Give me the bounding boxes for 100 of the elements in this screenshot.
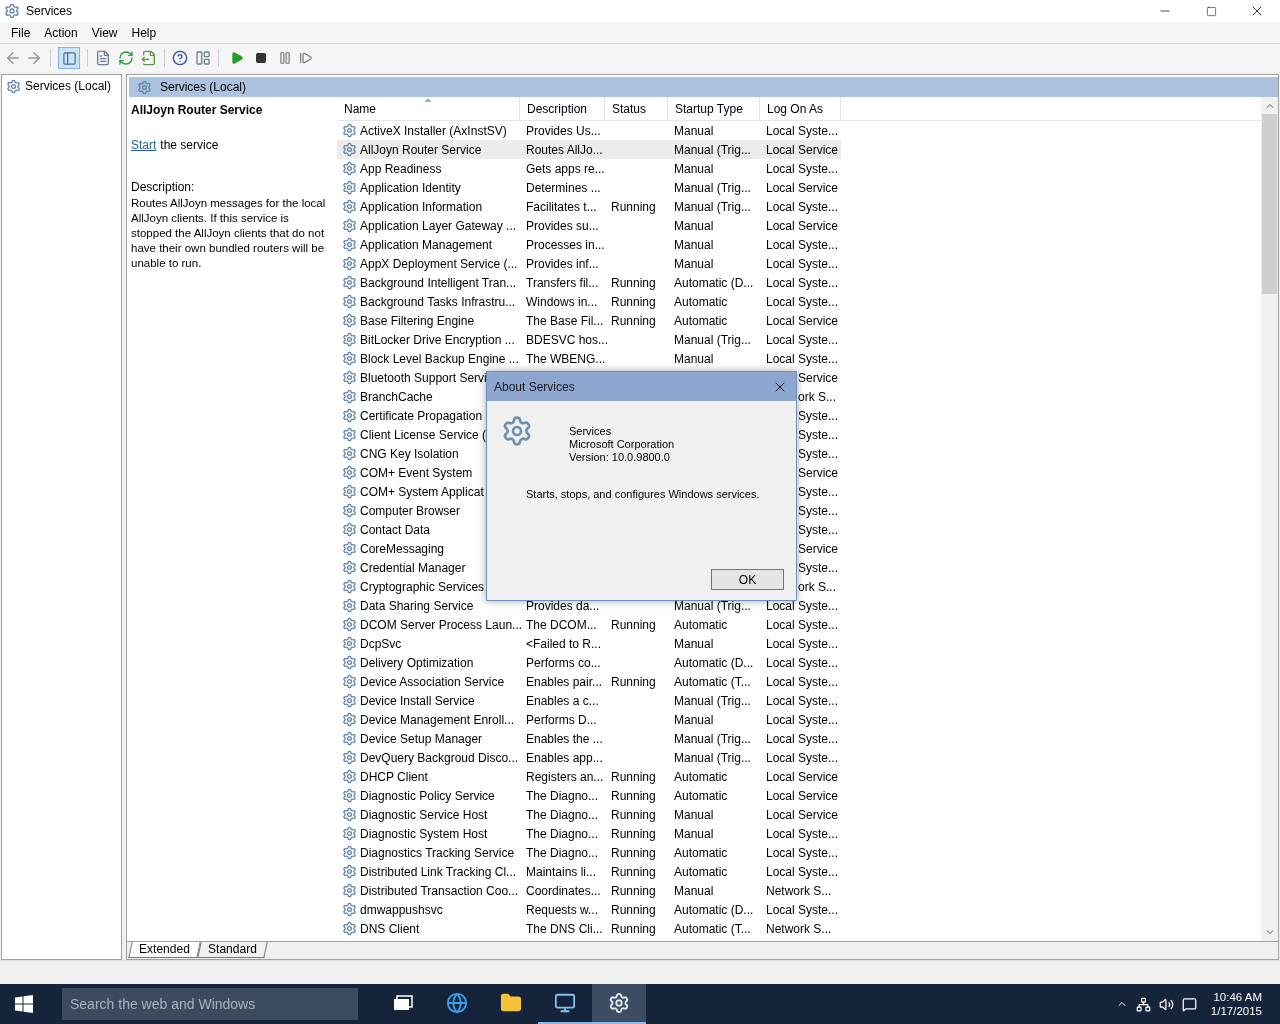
table-cell: Automatic (T... [674,674,751,689]
table-cell: Automatic [674,617,728,632]
table-cell: Performs D... [526,712,597,727]
dialog-summary: Starts, stops, and configures Windows services. [526,487,761,502]
table-cell: Syste... [798,503,838,518]
window-title: Services [26,3,72,20]
table-cell-text: App Readiness [360,160,442,178]
table-cell: Running [611,313,656,328]
table-cell: Local Syste... [766,750,839,765]
table-cell: Automatic [674,294,728,309]
table-cell: Local Syste... [766,161,839,176]
table-cell: Running [611,826,656,841]
table-cell: Local Syste... [766,655,839,670]
table-cell: Local Syste... [766,123,839,138]
table-cell-text: Certificate Propagation [360,407,483,425]
dialog-title: About Services [494,378,575,396]
table-cell-text: Data Sharing Service [360,597,474,615]
table-cell: Local Syste... [766,864,839,879]
table-cell: Manual [674,237,714,252]
table-cell: Local Syste... [766,826,839,841]
table-cell: Manual (Trig... [674,180,751,195]
description-text: Routes AllJoyn messages for the local AllJoyn clients. If this service is stopped the AllJoyn clients that do not have their own bundled routers will be unable to run. [131,196,327,271]
table-cell: Network S... [766,883,832,898]
table-cell: Local Syste... [766,332,839,347]
description-label: Description: [131,179,196,196]
table-cell: Running [611,845,656,860]
table-cell-text: Diagnostic System Host [360,825,488,843]
service-name: AllJoyn Router Service [131,102,264,119]
table-cell-text: Base Filtering Engine [360,312,475,330]
table-cell: Manual [674,712,714,727]
table-cell: Syste... [798,560,838,575]
table-cell: The DNS Cli... [526,921,603,936]
table-cell: Local Syste... [766,674,839,689]
table-cell-text: AllJoyn Router Service [360,141,482,159]
version-text: Version: 10.0.9800.0 [569,451,671,464]
table-cell: Manual [674,883,714,898]
table-cell-text: Device Install Service [360,692,475,710]
table-cell: Manual (Trig... [674,750,751,765]
table-cell-text: DcpSvc [360,635,402,653]
table-cell: Running [611,617,656,632]
table-cell: ork S... [798,579,836,594]
table-cell: Local Service [766,313,839,328]
table-cell: Enables app... [526,750,603,765]
table-cell: Automatic [674,313,728,328]
table-cell: Local Syste... [766,199,839,214]
table-cell: Manual [674,807,714,822]
table-cell-text: DHCP Client [360,768,428,786]
table-cell-text: Application Management [360,236,493,254]
table-cell: Service [798,370,838,385]
table-cell: Transfers fil... [526,275,599,290]
product-name: Services [569,425,613,438]
table-cell: Syste... [798,446,838,461]
panel-title: Services (Local) [160,79,247,96]
table-cell: Automatic [674,769,728,784]
table-cell: ork S... [798,389,836,404]
table-cell: Running [611,902,656,917]
table-cell: Automatic [674,788,728,803]
table-cell: Local Syste... [766,731,839,746]
table-cell-text: Diagnostic Policy Service [360,787,495,805]
table-cell: Local Syste... [766,636,839,651]
table-cell: Running [611,199,656,214]
table-cell: Local Syste... [766,617,839,632]
table-cell: Manual (Trig... [674,598,751,613]
table-cell: Automatic [674,845,728,860]
table-cell: Requests w... [526,902,599,917]
table-cell: Local Service [766,142,839,157]
table-cell: Manual (Trig... [674,199,751,214]
table-cell: The Diagno... [526,788,599,803]
table-cell: Running [611,788,656,803]
table-cell-text: DCOM Server Process Laun... [360,616,523,634]
table-cell-text: Diagnostic Service Host [360,806,488,824]
table-cell: Manual (Trig... [674,332,751,347]
table-cell: Maintains li... [526,864,597,879]
table-cell: Service [798,541,838,556]
table-cell: Local Service [766,788,839,803]
table-cell: Manual [674,351,714,366]
table-cell: Local Syste... [766,598,839,613]
table-cell: Syste... [798,408,838,423]
table-cell: Local Syste... [766,712,839,727]
table-cell: Manual (Trig... [674,693,751,708]
table-cell: Local Service [766,218,839,233]
table-cell: Determines ... [526,180,601,195]
table-cell-text: Device Association Service [360,673,505,691]
table-cell: Local Service [766,180,839,195]
table-cell-text: Contact Data [360,521,431,539]
table-cell: The Diagno... [526,826,599,841]
table-cell-text: Bluetooth Support Servi [360,369,487,387]
table-cell: Syste... [798,484,838,499]
table-cell-text: Distributed Link Tracking Cl... [360,863,517,881]
table-cell-text: Block Level Backup Engine ... [360,350,519,368]
table-cell: Running [611,769,656,784]
table-cell-text: ActiveX Installer (AxInstSV) [360,122,507,140]
table-cell: Running [611,864,656,879]
table-cell: Provides da... [526,598,600,613]
table-cell-text: DNS Client [360,920,420,938]
table-cell: Local Syste... [766,351,839,366]
table-cell-text: COM+ System Applicat [360,483,484,501]
table-cell: Enables the ... [526,731,603,746]
table-cell: Performs co... [526,655,601,670]
table-cell: Gets apps re... [526,161,605,176]
